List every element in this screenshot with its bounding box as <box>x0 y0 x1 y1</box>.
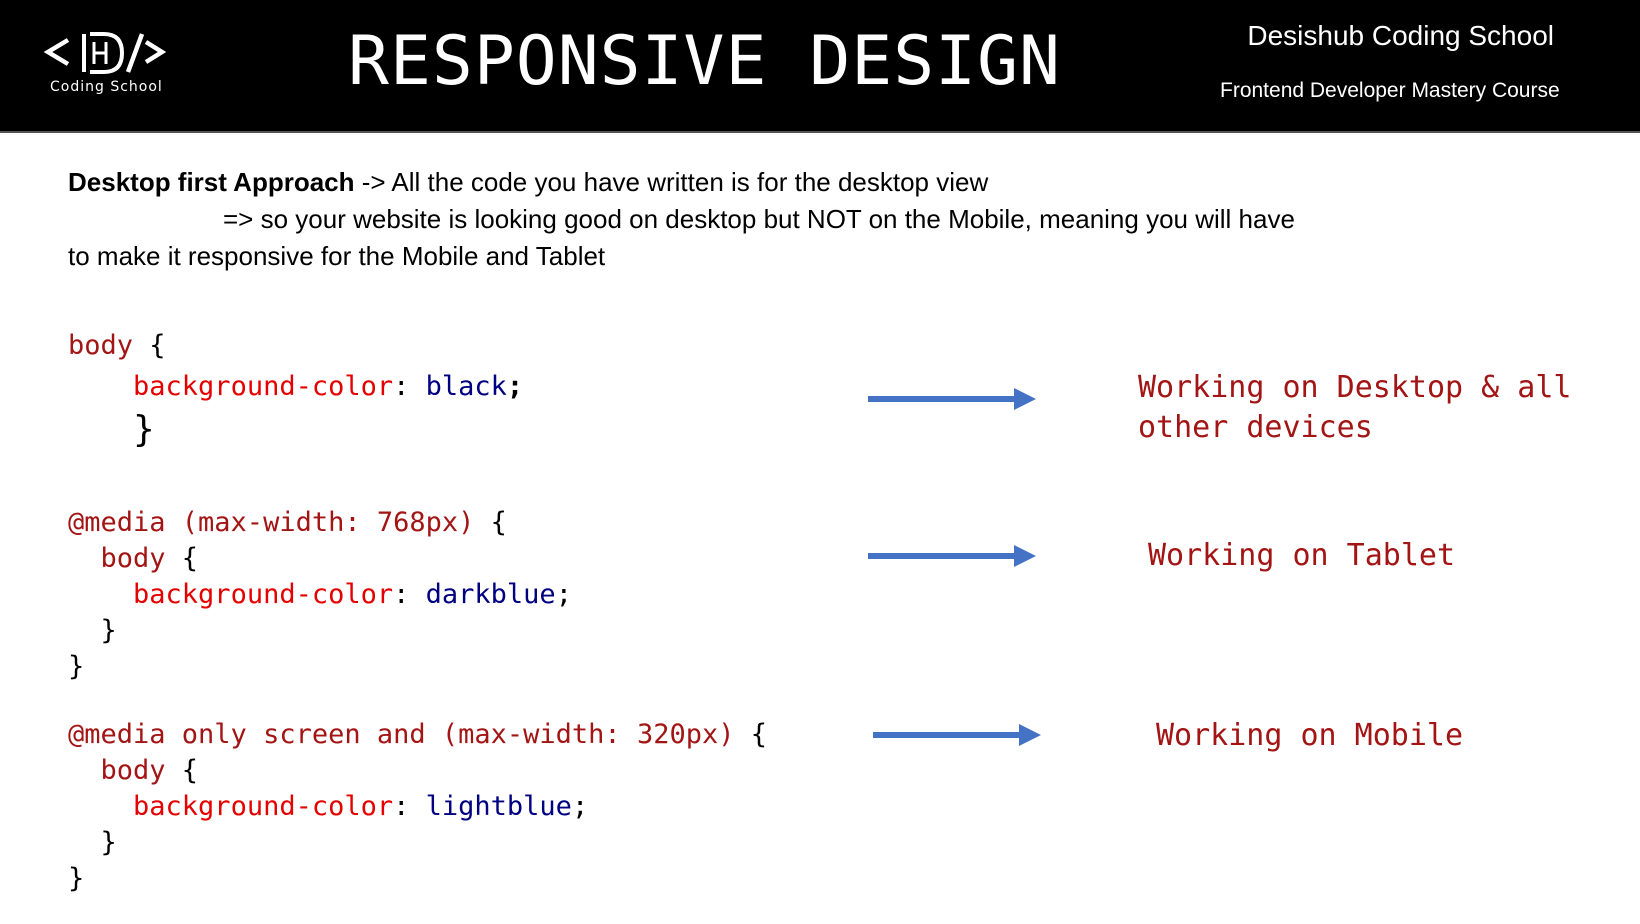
school-name: Desishub Coding School <box>1247 20 1554 51</box>
intro-heading: Desktop first Approach <box>68 167 355 197</box>
code-inner-brace-open: { <box>165 755 199 786</box>
code-semicolon: ; <box>571 791 589 822</box>
code-inner-brace-open: { <box>165 543 199 574</box>
code-value: black <box>425 371 507 402</box>
intro-line-3: to make it responsive for the Mobile and… <box>68 241 606 271</box>
code-block-tablet: @media (max-width: 768px) { body { backg… <box>68 505 572 685</box>
code-selector: body <box>100 755 166 786</box>
note-desktop-line-1: Working on Desktop & all <box>1138 370 1572 405</box>
page-title: RESPONSIVE DESIGN <box>348 22 1061 101</box>
code-value: lightblue <box>425 791 572 822</box>
code-block-mobile: @media only screen and (max-width: 320px… <box>68 717 767 897</box>
right-arrow-icon <box>873 724 1041 746</box>
right-arrow-icon <box>868 545 1036 567</box>
course-name: Frontend Developer Mastery Course <box>1220 79 1560 102</box>
code-inner-brace-close: } <box>100 827 117 858</box>
code-value: darkblue <box>425 579 556 610</box>
code-brace-open: { <box>133 330 166 361</box>
code-block-desktop: body { background-color: black; } <box>68 328 523 451</box>
note-tablet: Working on Tablet <box>1148 538 1456 573</box>
code-property: background-color <box>133 371 394 402</box>
intro-line-2: => so your website is looking good on de… <box>223 204 1295 234</box>
code-brace-close: } <box>68 863 85 894</box>
code-selector: body <box>100 543 166 574</box>
code-at-rule: @media (max-width: 768px) <box>68 507 475 538</box>
code-brace-open: { <box>734 719 767 750</box>
note-desktop-line-2: other devices <box>1138 410 1373 445</box>
desishub-code-logo-icon <box>43 32 167 74</box>
code-brace-close: } <box>68 651 85 682</box>
logo-caption: Coding School <box>50 79 163 95</box>
code-colon: : <box>393 579 426 610</box>
intro-line-1-text: -> All the code you have written is for … <box>354 167 989 197</box>
header-bar: Coding School RESPONSIVE DESIGN Desishub… <box>0 0 1640 133</box>
code-brace-open: { <box>474 507 507 538</box>
code-brace-close: } <box>133 409 155 450</box>
code-selector: body <box>68 330 134 361</box>
code-at-rule: @media only screen and (max-width: 320px… <box>68 719 735 750</box>
code-inner-brace-close: } <box>100 615 117 646</box>
code-semicolon: ; <box>555 579 572 610</box>
code-colon: : <box>393 371 426 402</box>
slide: Coding School RESPONSIVE DESIGN Desishub… <box>0 0 1640 924</box>
note-desktop: Working on Desktop & all other devices <box>1138 368 1571 448</box>
intro-line-1: Desktop first Approach -> All the code y… <box>68 164 1528 201</box>
code-semicolon: ; <box>506 371 524 402</box>
right-arrow-icon <box>868 388 1036 410</box>
code-property: background-color <box>133 579 394 610</box>
code-property: background-color <box>133 791 394 822</box>
note-mobile: Working on Mobile <box>1156 718 1464 753</box>
code-colon: : <box>393 791 426 822</box>
intro-paragraph: Desktop first Approach -> All the code y… <box>68 164 1528 275</box>
logo: Coding School <box>42 30 172 100</box>
